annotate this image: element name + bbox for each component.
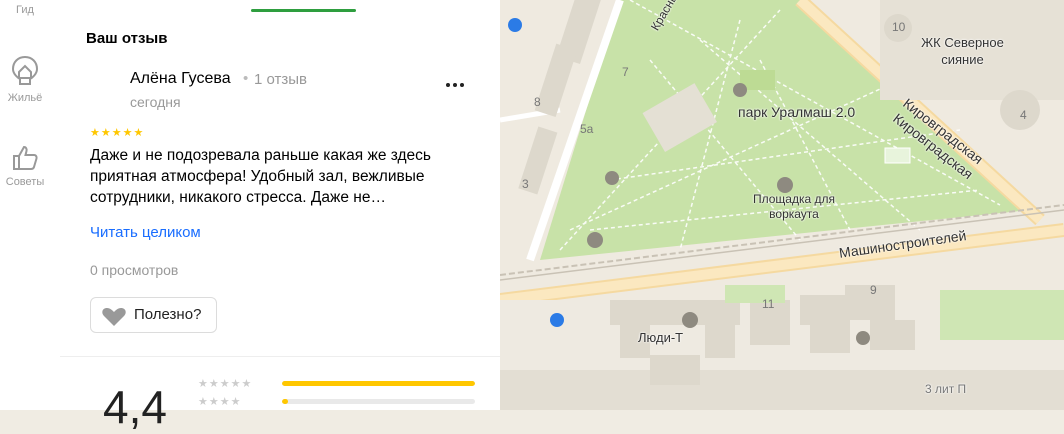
- house-number: 3: [522, 177, 529, 191]
- divider: [60, 356, 500, 357]
- rail-item-label: Советы: [5, 176, 45, 188]
- rail-item-tips[interactable]: Советы: [0, 144, 50, 188]
- review-date: сегодня: [130, 94, 181, 110]
- map-label-zhk[interactable]: ЖК Северное сияние: [915, 34, 1010, 68]
- map-label-building: 3 лит П: [925, 382, 967, 396]
- review-panel: Ваш отзыв Алёна Гусева • 1 отзыв сегодня…: [60, 0, 501, 433]
- rail-item-label: Жильё: [7, 92, 43, 104]
- map-label-workout[interactable]: Площадка для воркаута: [750, 192, 838, 222]
- separator-dot: •: [243, 70, 249, 87]
- rating-bar-fill: [282, 381, 475, 386]
- useful-label: Полезно?: [134, 306, 202, 323]
- house-number: 8: [534, 95, 541, 109]
- read-more-link[interactable]: Читать целиком: [90, 224, 201, 241]
- rating-bar-fill: [282, 399, 288, 404]
- house-number: 9: [870, 283, 877, 297]
- review-text: Даже и не подозревала раньше какая же зд…: [90, 147, 431, 206]
- house-number: 5а: [580, 122, 594, 136]
- house-number: 10: [892, 20, 906, 34]
- map-view[interactable]: парк Уралмаш 2.0 Площадка для воркаута К…: [500, 0, 1064, 410]
- rail-item-housing[interactable]: Жильё: [0, 54, 50, 104]
- useful-button[interactable]: Полезно?: [90, 297, 217, 333]
- rating-row-stars: ★★★★: [198, 396, 242, 408]
- rating-bar: [282, 399, 475, 404]
- left-rail: Гид Жильё Советы: [0, 0, 61, 410]
- more-menu-icon[interactable]: [444, 72, 468, 92]
- rating-bar: [282, 381, 475, 386]
- housing-icon: [11, 55, 39, 85]
- house-number: 4: [1020, 108, 1027, 122]
- house-number: 7: [622, 65, 629, 79]
- review-author[interactable]: Алёна Гусева: [130, 70, 231, 88]
- map-label-lyudi[interactable]: Люди-Т: [638, 330, 683, 345]
- review-stars: ★★★★★: [90, 127, 145, 139]
- thumb-up-icon: [13, 145, 38, 170]
- rating-value: 4,4: [103, 381, 167, 433]
- house-number: 11: [762, 297, 775, 311]
- active-tab-indicator: [251, 9, 356, 12]
- rail-item-guide[interactable]: Гид: [0, 4, 50, 16]
- author-review-count: 1 отзыв: [254, 71, 308, 88]
- heart-icon: [102, 308, 126, 326]
- rail-item-label: Гид: [16, 4, 34, 16]
- rating-row-stars: ★★★★★: [198, 378, 253, 390]
- section-title: Ваш отзыв: [86, 30, 168, 47]
- map-label-park[interactable]: парк Уралмаш 2.0: [738, 104, 855, 120]
- views-count: 0 просмотров: [90, 262, 179, 278]
